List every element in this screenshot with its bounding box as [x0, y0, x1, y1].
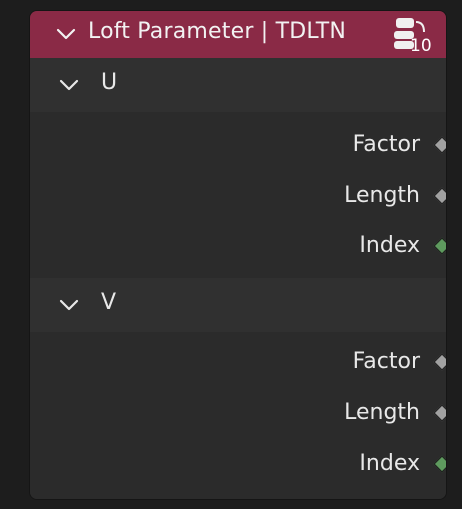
output-socket-index-v[interactable] [433, 455, 446, 473]
loft-parameter-node[interactable]: Loft Parameter | TDLTN 10 U Factor Lengt… [29, 10, 447, 500]
panel-header-v[interactable]: V [30, 278, 446, 332]
output-label: Length [344, 400, 420, 425]
output-socket-factor-v[interactable] [433, 353, 446, 371]
node-group-badge: 10 [392, 16, 442, 56]
panel-label-u: U [101, 70, 118, 95]
output-socket-length-v[interactable] [433, 404, 446, 422]
output-label: Factor [352, 349, 420, 374]
badge-count: 10 [410, 36, 432, 56]
output-socket-factor-u[interactable] [433, 136, 446, 154]
panel-header-u[interactable]: U [30, 58, 446, 112]
node-header[interactable]: Loft Parameter | TDLTN 10 [30, 11, 446, 58]
chevron-down-icon[interactable] [58, 294, 80, 316]
output-label: Length [344, 183, 420, 208]
output-label: Index [359, 233, 420, 258]
panel-body-u: Factor Length Index [30, 112, 446, 278]
chevron-down-icon[interactable] [55, 23, 77, 45]
output-label: Index [359, 451, 420, 476]
node-title: Loft Parameter | TDLTN [88, 19, 347, 44]
panel-body-v: Factor Length Index [30, 332, 446, 499]
output-socket-length-u[interactable] [433, 187, 446, 205]
panel-label-v: V [101, 290, 117, 315]
chevron-down-icon[interactable] [58, 74, 80, 96]
output-socket-index-u[interactable] [433, 237, 446, 255]
output-label: Factor [352, 132, 420, 157]
